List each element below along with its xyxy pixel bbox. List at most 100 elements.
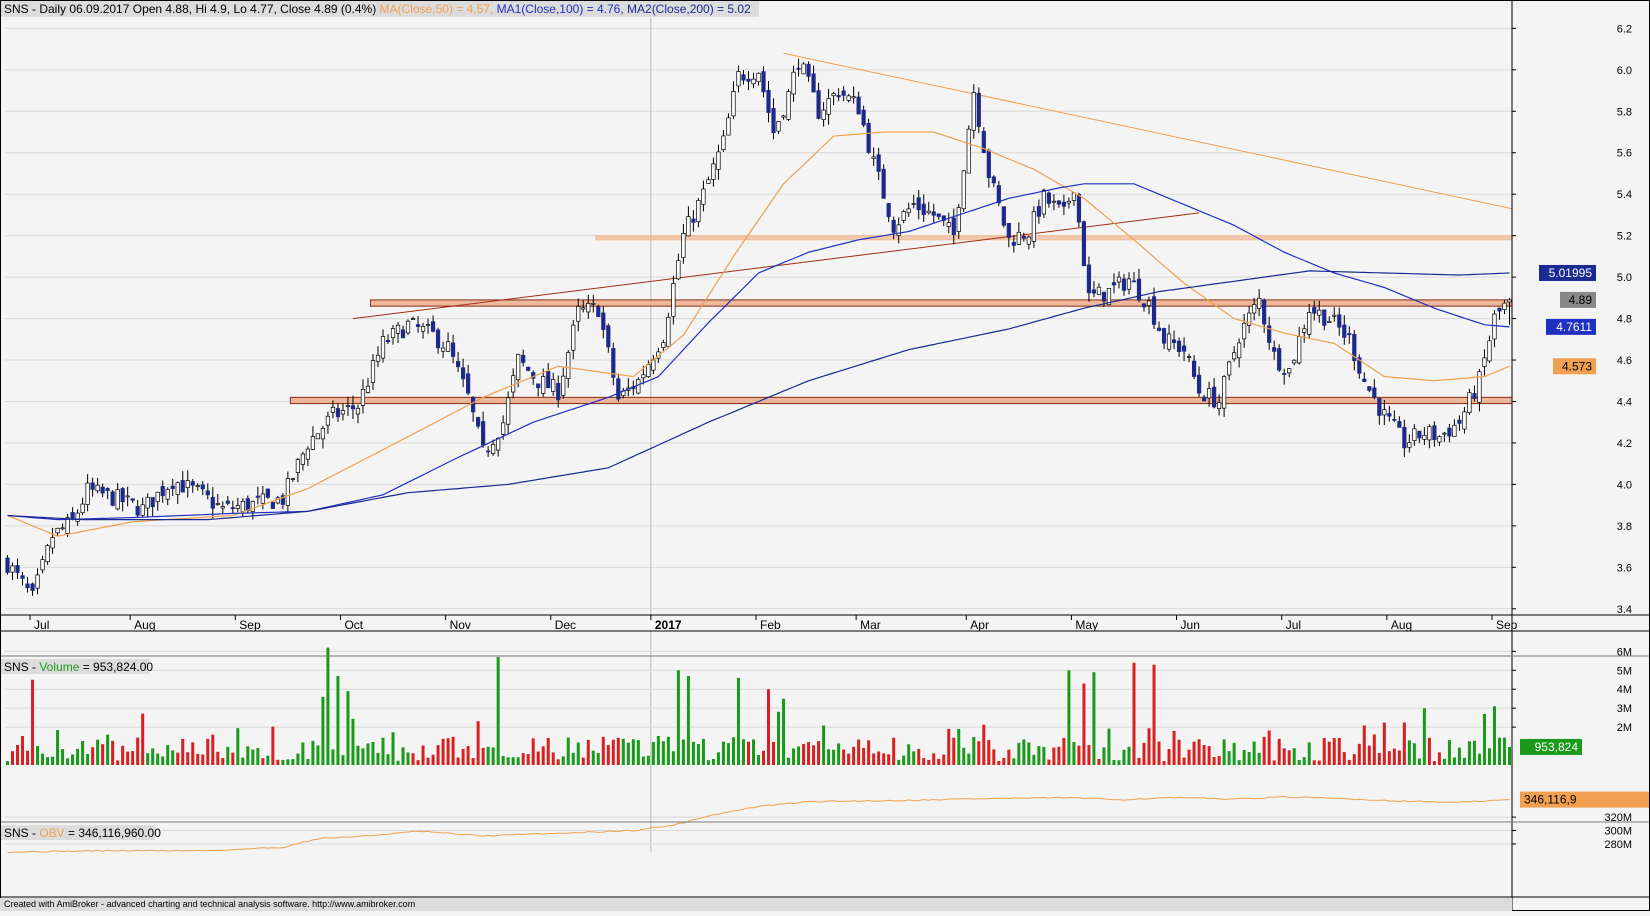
candle-body	[1096, 286, 1102, 296]
price-tick-label: 6.0	[1617, 65, 1632, 77]
candle-body	[571, 324, 576, 351]
price-pane[interactable]	[5, 18, 1585, 653]
candle-body	[901, 211, 906, 221]
price-tick-label: 5.6	[1617, 148, 1632, 160]
volume-bar	[837, 743, 841, 765]
candle-body	[1166, 333, 1172, 350]
volume-bar	[591, 750, 595, 765]
volume-bar	[992, 749, 996, 765]
candle-body	[45, 545, 50, 563]
volume-bar	[1472, 740, 1476, 765]
candle-body	[1176, 340, 1182, 352]
candle-body	[1066, 200, 1072, 204]
volume-bar	[907, 744, 911, 765]
date-tick-label: Feb	[760, 618, 781, 632]
candle-body	[150, 497, 155, 508]
volume-bar	[1052, 747, 1056, 765]
volume-bar	[746, 741, 750, 765]
volume-bar	[792, 748, 796, 765]
volume-bar	[1032, 754, 1036, 765]
candle-body	[1382, 409, 1387, 416]
volume-bar	[1202, 745, 1206, 765]
volume-bar	[11, 751, 15, 765]
candle-body	[340, 410, 346, 415]
volume-bar	[6, 761, 10, 765]
volume-bar	[726, 743, 730, 765]
candle-body	[481, 421, 486, 446]
candle-body	[1407, 442, 1412, 448]
volume-bar	[1492, 706, 1496, 765]
candle-body	[1126, 278, 1132, 290]
volume-bar	[636, 740, 640, 765]
volume-bar	[661, 741, 665, 765]
candle-body	[931, 211, 936, 216]
candle-body	[1146, 300, 1152, 306]
candle-body	[1186, 356, 1192, 358]
candle-body	[1487, 340, 1492, 362]
date-tick-label: Mar	[860, 618, 881, 632]
candle-body	[185, 480, 190, 488]
candle-body	[506, 397, 511, 425]
volume-bar	[456, 757, 460, 765]
candle-body	[811, 73, 816, 93]
candle-body	[951, 217, 956, 236]
volume-bar	[131, 751, 135, 765]
volume-bar	[1172, 730, 1176, 765]
volume-bar	[171, 750, 175, 765]
candle-body	[220, 506, 225, 509]
candle-body	[1051, 200, 1056, 203]
volume-bar	[1092, 672, 1096, 765]
volume-bar	[1462, 757, 1466, 765]
volume-bar	[1387, 751, 1391, 765]
volume-bar	[681, 739, 685, 765]
candle-body	[1412, 428, 1417, 442]
date-tick-label: Jul	[1286, 618, 1301, 632]
volume-bar	[827, 749, 831, 765]
volume-bar	[1402, 722, 1406, 765]
volume-bar	[1152, 664, 1156, 765]
volume-bar	[1262, 736, 1266, 765]
volume-bar	[511, 757, 515, 765]
obv-header: SNS - OBV = 346,116,960.00	[4, 826, 161, 840]
volume-bar	[286, 759, 290, 765]
candle-body	[1071, 192, 1077, 201]
volume-bar	[1452, 757, 1456, 765]
volume-bar	[66, 758, 70, 765]
chart-canvas[interactable]: 3.4 3.6 3.8 4.0 4.2 4.4 4.6 4.8 5.0 5.2 5.4 5.6 5.8 6…	[0, 0, 1650, 911]
candle-body	[1006, 222, 1011, 238]
date-tick-label: Apr	[970, 618, 989, 632]
volume-bar	[506, 757, 510, 765]
price-header: SNS - Daily 06.09.2017 Open 4.88, Hi 4.9…	[4, 2, 751, 16]
volume-bar	[391, 732, 395, 765]
volume-bar	[541, 746, 545, 765]
candle-body	[1462, 411, 1467, 430]
candle-body	[1317, 309, 1322, 316]
volume-bar	[666, 736, 670, 765]
volume-bar	[671, 751, 675, 765]
price-tick-label: 3.6	[1617, 562, 1632, 574]
volume-bar	[1382, 722, 1386, 765]
volume-bar	[1077, 745, 1081, 765]
candle-body	[450, 342, 456, 357]
candle-body	[390, 328, 396, 339]
volume-tick-label: 6M	[1617, 646, 1632, 658]
volume-bar	[606, 744, 610, 765]
candle-body	[1036, 206, 1041, 217]
candle-body	[1181, 345, 1187, 352]
candle-body	[1502, 302, 1507, 311]
volume-bar	[1197, 739, 1201, 765]
candle-body	[701, 188, 706, 205]
candle-body	[15, 565, 20, 573]
volume-bar	[957, 729, 961, 765]
candle-body	[1312, 307, 1317, 314]
volume-bar	[1282, 748, 1286, 765]
price-tick-label: 4.0	[1617, 479, 1632, 491]
volume-bar	[301, 742, 305, 765]
candle-body	[1427, 426, 1432, 441]
candle-body	[1161, 328, 1167, 344]
candle-body	[85, 482, 90, 505]
volume-bar	[206, 738, 210, 765]
volume-bar	[1102, 747, 1106, 765]
candle-body	[496, 437, 501, 451]
volume-bar	[937, 758, 941, 765]
